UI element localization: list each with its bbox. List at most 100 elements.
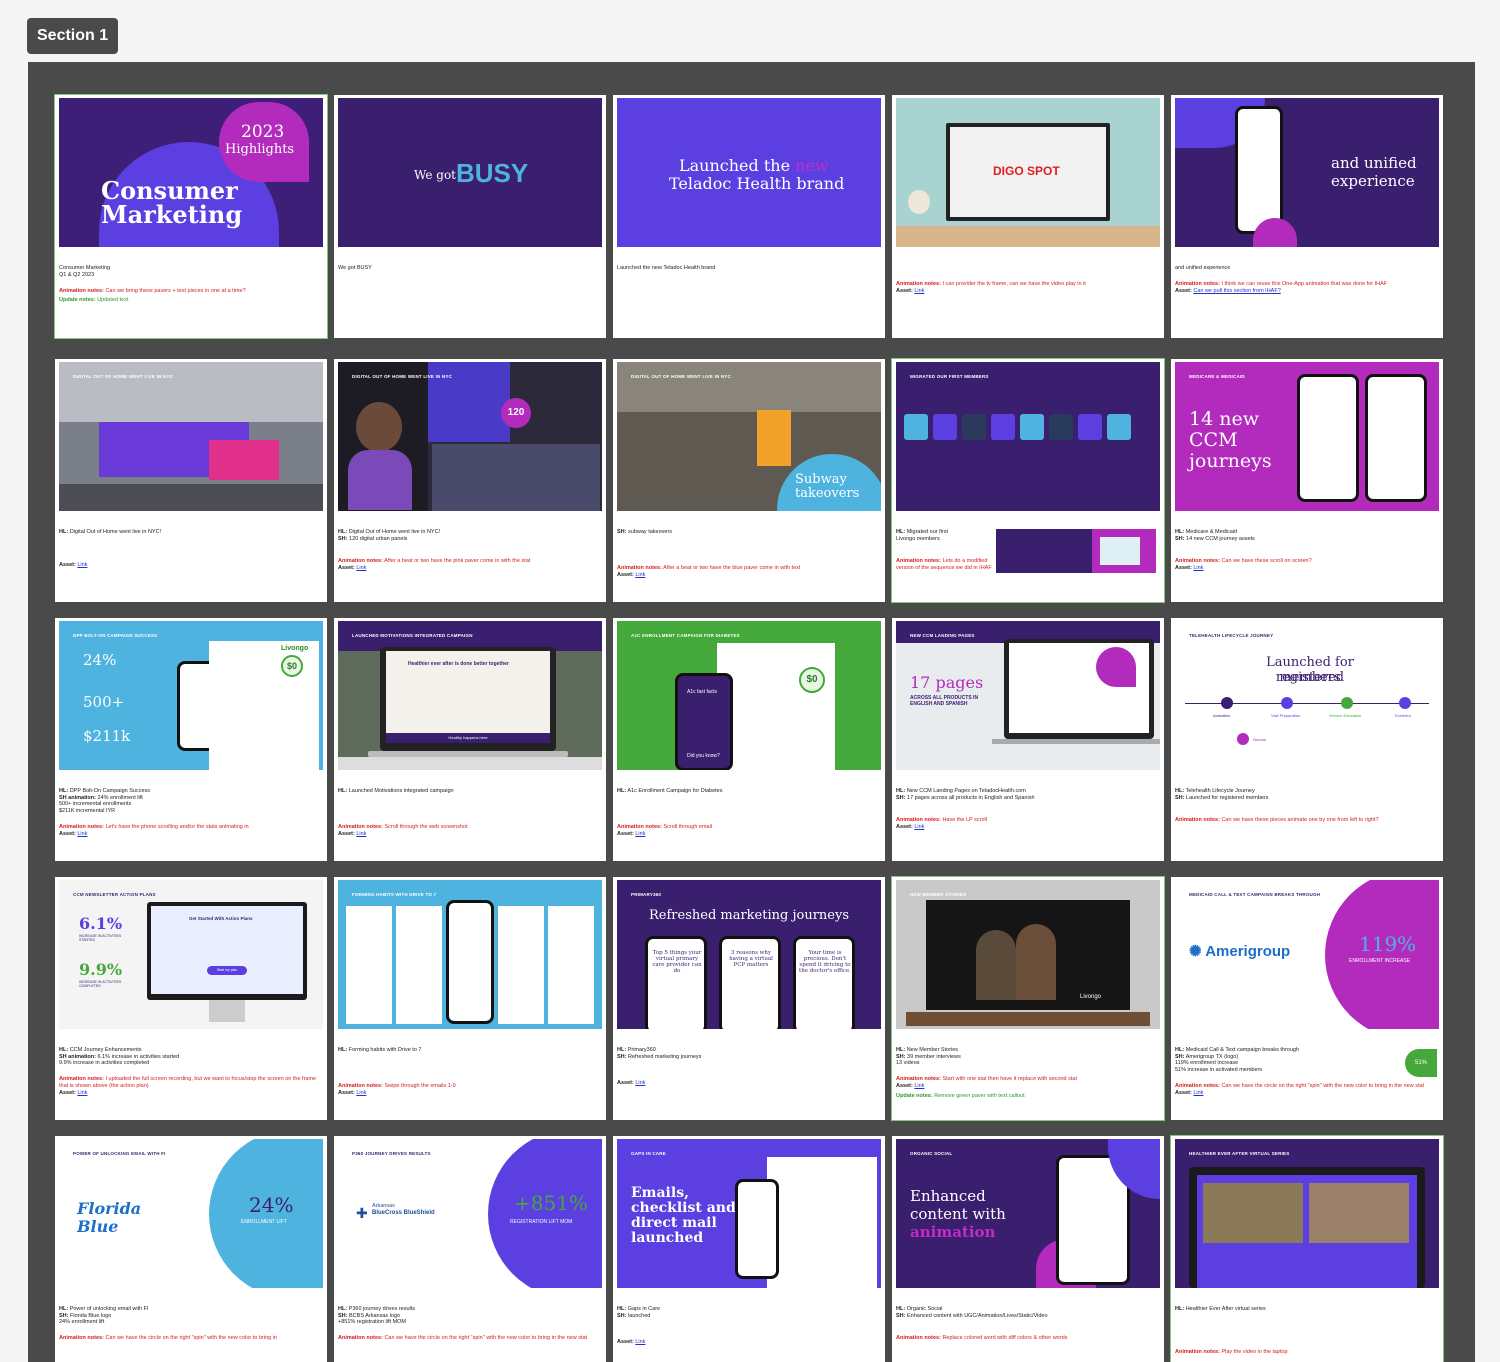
animation-note: Animation notes: Lets do a modified vers… — [896, 558, 992, 571]
stat-value: 9.9% — [79, 960, 123, 979]
slide-card-25[interactable]: HEALTHIER EVER AFTER VIRTUAL SERIES HL: … — [1170, 1135, 1444, 1362]
slide-card-12[interactable]: LAUNCHED MOTIVATIONS INTEGRATED CAMPAIGN… — [334, 618, 606, 861]
asset-link[interactable]: Can we pull this section from IHAF? — [1193, 288, 1280, 294]
animation-note: Animation notes: After a beat or two hav… — [338, 558, 531, 565]
slide-card-14[interactable]: NEW CCM LANDING PAGES NEW CCM LANDING PA… — [892, 618, 1164, 861]
slide-card-18[interactable]: PRIMARY360 Refreshed marketing journeys … — [613, 877, 885, 1120]
asset-note: Asset: Link — [338, 830, 367, 837]
asset-link[interactable]: Link — [914, 824, 924, 830]
email-preview — [346, 906, 392, 1024]
brand-logo: Livongo — [1080, 994, 1102, 1000]
slide-thumbnail: HEALTHIER EVER AFTER VIRTUAL SERIES — [1175, 1139, 1439, 1288]
slide-card-6[interactable]: DIGITAL OUT OF HOME WENT LIVE IN NYC HL:… — [55, 359, 327, 602]
slide-notes: HL: Digital Out of Home went live in NYC… — [338, 529, 602, 572]
slide-card-20[interactable]: MEDICAID CALL & TEXT CAMPAIGN BREAKS THR… — [1171, 877, 1443, 1120]
slide-title: Refreshed marketing journeys — [649, 908, 849, 923]
slide-card-3[interactable]: Launched the new Teladoc Health brand La… — [613, 95, 885, 338]
timeline-node — [1341, 697, 1353, 709]
slide-card-15[interactable]: TELEHEALTH LIFECYCLE JOURNEY Launched fo… — [1171, 618, 1443, 861]
slide-card-23[interactable]: GAPS IN CARE Emails, checklist and direc… — [613, 1136, 885, 1362]
asset-link[interactable]: Link — [77, 562, 87, 568]
slide-notes: HL: Launched Motivations integrated camp… — [338, 788, 602, 837]
headline-note: Launched the new Teladoc Health brand — [617, 265, 716, 271]
slide-thumbnail: MIGRATED OUR FIRST MEMBERS — [896, 362, 1160, 511]
animation-note: Animation notes: Can we have the circle … — [59, 1335, 277, 1342]
table — [338, 757, 602, 770]
slide-card-24[interactable]: ORGANIC SOCIAL Enhanced content with ani… — [892, 1136, 1164, 1362]
asset-link[interactable]: Link — [635, 1339, 645, 1345]
slide-card-5[interactable]: and unified experience and unified exper… — [1171, 95, 1443, 338]
slide-tag: MEDICAID CALL & TEXT CAMPAIGN BREAKS THR… — [1189, 892, 1321, 897]
slide-card-4[interactable]: DIGO SPOT Animation notes: I can provide… — [892, 95, 1164, 338]
slide-card-21[interactable]: POWER OF UNLOCKING EMAIL WITH FI Florida… — [55, 1136, 327, 1362]
asset-link[interactable]: Link — [356, 1090, 366, 1096]
asset-note: Asset: Link — [59, 830, 88, 837]
monitor-stand — [209, 1000, 245, 1022]
animation-note: Animation notes: Can we have the circle … — [1175, 1082, 1425, 1089]
slide-card-1[interactable]: 2023 Highlights Consumer Marketing Consu… — [54, 94, 328, 339]
asset-link[interactable]: Link — [356, 831, 366, 837]
screen-heading: Get Started With Action Plans — [189, 916, 253, 921]
slide-card-17[interactable]: FORMING HABITS WITH DRIVE TO 7 HL: Formi… — [334, 877, 606, 1120]
slide-card-2[interactable]: We got BUSY We got BUSY — [334, 95, 606, 338]
stat-caption: ENROLLMENT LIFT — [241, 1219, 287, 1225]
slide-card-22[interactable]: P360 JOURNEY DRIVES RESULTS ✚ Arkansas B… — [334, 1136, 606, 1362]
slide-tag: DIGITAL OUT OF HOME WENT LIVE IN NYC — [631, 374, 732, 379]
brand-logo: BlueCross BlueShield — [372, 1210, 435, 1216]
asset-link[interactable]: Link — [635, 1080, 645, 1086]
phone-heading: Top 5 things your virtual primary care p… — [652, 950, 702, 974]
slide-tag: PRIMARY360 — [631, 892, 662, 897]
slide-card-16[interactable]: CCM NEWSLETTER ACTION PLANS 6.1% INCREAS… — [55, 877, 327, 1120]
asset-link[interactable]: Link — [77, 1090, 87, 1096]
timeline-label: Nurture — [1253, 737, 1267, 742]
stat-caption: INCREASE IN ACTIVITIES COMPLETED — [79, 980, 122, 988]
phone-mockup — [1365, 374, 1427, 502]
headline-note: HL: P360 journey drives results — [338, 1306, 416, 1312]
asset-link[interactable]: Link — [356, 565, 366, 571]
animation-note: Animation notes: I think we can reuse th… — [1175, 281, 1388, 288]
asset-link[interactable]: Link — [77, 831, 87, 837]
stat-caption: ACROSS ALL PRODUCTS IN ENGLISH AND SPANI… — [910, 695, 979, 707]
phone-mockup — [1235, 106, 1283, 234]
asset-link[interactable]: Link — [1193, 565, 1203, 571]
subhead-note: SH: Amerigroup TX (logo) 119% enrollment… — [1175, 1053, 1263, 1073]
tv-stand — [906, 1012, 1150, 1026]
slide-card-10[interactable]: MEDICARE & MEDICAID 14 new CCM journeys … — [1171, 359, 1443, 602]
headline-note: HL: Digital Out of Home went live in NYC… — [338, 529, 441, 535]
headline-note: HL: A1c Enrollment Campaign for Diabetes — [617, 788, 723, 794]
asset-link[interactable]: Link — [1193, 1090, 1203, 1096]
slide-tag: DPP BOLT-ON CAMPAIGN SUCCESS — [73, 633, 158, 638]
slide-thumbnail: and unified experience — [1175, 98, 1439, 247]
slide-thumbnail: Subway takeovers DIGITAL OUT OF HOME WEN… — [617, 362, 881, 511]
slide-card-13[interactable]: A1C ENROLLMENT CAMPAIGN FOR DIABETES A1c… — [613, 618, 885, 861]
slide-year: 2023 — [241, 122, 285, 142]
subway-ceiling — [617, 362, 881, 412]
section-label[interactable]: Section 1 — [27, 18, 119, 54]
slide-card-19[interactable]: NEW MEMBER STORIES Livongo HL: New Membe… — [891, 876, 1165, 1121]
photo-panel — [432, 444, 600, 511]
slide-title: Marketing — [101, 200, 243, 229]
slide-card-11[interactable]: DPP BOLT-ON CAMPAIGN SUCCESS 24% 500+ $2… — [55, 618, 327, 861]
slide-card-8[interactable]: Subway takeovers DIGITAL OUT OF HOME WEN… — [613, 359, 885, 602]
asset-link[interactable]: Link — [635, 831, 645, 837]
asset-link[interactable]: Link — [635, 572, 645, 578]
slide-thumbnail: PRIMARY360 Refreshed marketing journeys … — [617, 880, 881, 1029]
asset-note: Asset: Link — [896, 823, 925, 830]
timeline-node — [1399, 697, 1411, 709]
headline-note: HL: Organic Social — [896, 1306, 943, 1312]
slide-thumbnail: FORMING HABITS WITH DRIVE TO 7 — [338, 880, 602, 1029]
app-icon-row — [904, 414, 1154, 442]
stat-value: 500+ — [83, 693, 125, 711]
asset-link[interactable]: Link — [914, 1083, 924, 1089]
asset-link[interactable]: Link — [914, 288, 924, 294]
headline-note: HL: Medicaid Call & Text campaign breaks… — [1175, 1047, 1300, 1053]
slide-notes: Animation notes: I can provider the tv f… — [896, 265, 1160, 294]
headline-note: and unified experience — [1175, 265, 1231, 271]
street — [59, 484, 323, 511]
timeline-node — [1281, 697, 1293, 709]
stat-caption: ENROLLMENT INCREASE — [1349, 958, 1411, 964]
slide-card-7[interactable]: 120 DIGITAL OUT OF HOME WENT LIVE IN NYC… — [334, 359, 606, 602]
phone-mockup — [1297, 374, 1359, 502]
slide-thumbnail: We got BUSY — [338, 98, 602, 247]
slide-card-9[interactable]: MIGRATED OUR FIRST MEMBERS HL: Migrated … — [891, 358, 1165, 603]
